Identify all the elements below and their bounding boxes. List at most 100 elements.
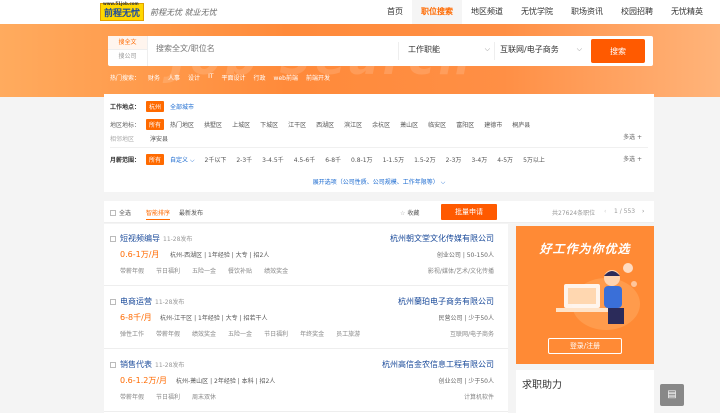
welfare-tag: 绩效奖金: [264, 268, 289, 275]
salary-option[interactable]: 0.8-1万: [351, 155, 373, 164]
favorite-button[interactable]: ☆ 收藏: [400, 208, 419, 217]
company-industry: 影视/媒体/艺术/文化传播: [427, 268, 494, 275]
nav-campus[interactable]: 校园招聘: [612, 0, 662, 24]
hot-item[interactable]: 前端开发: [306, 73, 330, 82]
job-item[interactable]: 销售代表 11-28发布 杭州高信金农信息工程有限公司 0.6-1.2万/月 杭州…: [104, 350, 508, 412]
feedback-icon[interactable]: ▤: [660, 384, 684, 406]
location-selected[interactable]: 杭州: [146, 101, 165, 112]
all-cities-link[interactable]: 全部城市: [170, 102, 194, 111]
hot-searches: 热门搜索： 财务 人事 设计 IT 平面设计 行政 web前端 前端开发: [110, 73, 338, 82]
job-item[interactable]: 电商运营 11-28发布 杭州蘭珀电子商务有限公司 6-8千/月 杭州-江干区 |…: [104, 287, 508, 349]
help-title: 求职助力: [522, 380, 562, 391]
function-select-label: 工作职能: [408, 45, 440, 54]
tab-smart-sort[interactable]: 智能排序: [146, 208, 171, 220]
hot-item[interactable]: 行政: [254, 73, 266, 82]
logo[interactable]: www.51job.com 前程无忧 前程无忧 就业无忧: [100, 1, 217, 22]
district-option[interactable]: 滨江区: [344, 120, 362, 129]
job-item[interactable]: 短视频编导 11-28发布 杭州朝文堂文化传媒有限公司 0.6-1万/月 杭州-西…: [104, 224, 508, 286]
salary-option[interactable]: 2-3千: [236, 155, 252, 164]
salary-selected[interactable]: 所有: [146, 154, 165, 165]
search-button[interactable]: 搜索: [591, 39, 645, 63]
district-option[interactable]: 萧山区: [400, 120, 418, 129]
industry-select[interactable]: 互联网/电子商务 ⌵: [500, 44, 582, 55]
district-option[interactable]: 桐庐县: [512, 120, 530, 129]
company-info: 民营公司 | 少于50人: [438, 315, 494, 322]
salary-option[interactable]: 3-4.5千: [262, 155, 284, 164]
checkbox[interactable]: [110, 299, 116, 305]
tab-latest[interactable]: 最新发布: [179, 208, 203, 217]
district-option[interactable]: 富阳区: [456, 120, 474, 129]
logo-url: www.51job.com: [103, 1, 139, 6]
salary-option[interactable]: 4-5万: [497, 155, 513, 164]
job-title-text: 销售代表: [120, 360, 152, 369]
hot-item[interactable]: web前端: [274, 73, 298, 82]
nav-academy[interactable]: 无忧学院: [512, 0, 562, 24]
select-all[interactable]: 全选: [110, 208, 131, 217]
welfare-tag: 周末双休: [192, 394, 217, 401]
ad-banner[interactable]: 好工作为你优选 登录/注册: [516, 226, 654, 364]
district-option[interactable]: 热门地区: [170, 120, 194, 129]
nav-news[interactable]: 职场资讯: [562, 0, 612, 24]
job-title-text: 短视频编导: [120, 234, 160, 243]
district-option[interactable]: 临安区: [428, 120, 446, 129]
job-title[interactable]: 短视频编导 11-28发布: [120, 233, 192, 244]
salary-multi-select[interactable]: 多选 +: [623, 154, 642, 163]
filter-panel: 工作地点： 杭州 全部城市 地区地标： 所有 热门地区 拱墅区 上城区 下城区 …: [104, 94, 654, 192]
district-row: 地区地标： 所有 热门地区 拱墅区 上城区 下城区 江干区 西湖区 滨江区 余杭…: [110, 119, 540, 130]
district-option[interactable]: 上城区: [232, 120, 250, 129]
district-option[interactable]: 下城区: [260, 120, 278, 129]
job-title[interactable]: 销售代表 11-28发布: [120, 359, 184, 370]
tab-search-company[interactable]: 搜公司: [108, 50, 147, 64]
salary-option[interactable]: 5万以上: [523, 155, 545, 164]
salary-option[interactable]: 1.5-2万: [414, 155, 436, 164]
company-name[interactable]: 杭州朝文堂文化传媒有限公司: [390, 233, 494, 244]
nav-region[interactable]: 地区频道: [462, 0, 512, 24]
salary-option[interactable]: 4.5-6千: [294, 155, 316, 164]
district-option[interactable]: 江干区: [288, 120, 306, 129]
district-option[interactable]: 余杭区: [372, 120, 390, 129]
hot-item[interactable]: 人事: [168, 73, 180, 82]
company-name[interactable]: 杭州蘭珀电子商务有限公司: [398, 296, 494, 307]
nav-job-search[interactable]: 职位搜索: [412, 0, 462, 24]
company-industry: 计算机软件: [463, 394, 494, 401]
salary-option[interactable]: 1-1.5万: [383, 155, 405, 164]
district-option[interactable]: 建德市: [484, 120, 502, 129]
checkbox[interactable]: [110, 210, 116, 216]
chevron-down-icon: ⌵: [484, 45, 490, 53]
search-input[interactable]: [156, 44, 356, 53]
login-register-button[interactable]: 登录/注册: [548, 338, 622, 354]
hot-item[interactable]: IT: [208, 73, 213, 82]
hot-item[interactable]: 平面设计: [222, 73, 246, 82]
checkbox[interactable]: [110, 236, 116, 242]
function-select[interactable]: 工作职能 ⌵: [408, 44, 490, 55]
salary-option[interactable]: 6-8千: [325, 155, 341, 164]
company-name[interactable]: 杭州高信金农信息工程有限公司: [382, 359, 494, 370]
district-option[interactable]: 西湖区: [316, 120, 334, 129]
top-bar: www.51job.com 前程无忧 前程无忧 就业无忧 首页 职位搜索 地区频…: [0, 0, 720, 24]
district-selected[interactable]: 所有: [146, 119, 165, 130]
job-date: 11-28发布: [155, 299, 185, 306]
district-option[interactable]: 拱墅区: [204, 120, 222, 129]
welfare-tag: 节日福利: [156, 394, 181, 401]
nav-home[interactable]: 首页: [378, 0, 412, 24]
salary-option[interactable]: 2千以下: [205, 155, 227, 164]
hot-item[interactable]: 财务: [148, 73, 160, 82]
company-industry: 互联网/电子商务: [449, 331, 494, 338]
salary-option[interactable]: 3-4万: [471, 155, 487, 164]
tab-search-fulltext[interactable]: 搜全文: [108, 36, 147, 50]
checkbox[interactable]: [110, 362, 116, 368]
salary-custom[interactable]: 自定义 ⌵: [170, 155, 194, 165]
job-title[interactable]: 电商运营 11-28发布: [120, 296, 184, 307]
nav-elite[interactable]: 无忧精英: [662, 0, 712, 24]
district-option[interactable]: 淳安县: [150, 134, 168, 143]
hot-item[interactable]: 设计: [188, 73, 200, 82]
next-page-icon[interactable]: ›: [642, 208, 644, 215]
expand-options-link[interactable]: 展开选项（公司性质、公司规模、工作年限等） ⌵: [104, 177, 654, 187]
welfare-tag: 弹性工作: [120, 331, 145, 338]
district-multi-select[interactable]: 多选 +: [623, 132, 642, 141]
search-banner: Job Search 搜全文 搜公司 工作职能 ⌵ 互联网/电子商务 ⌵ 搜索 …: [0, 24, 720, 97]
salary-option[interactable]: 2-3万: [446, 155, 462, 164]
company-info: 创业公司 | 50-150人: [436, 252, 494, 259]
batch-apply-button[interactable]: 批量申请: [441, 204, 497, 220]
prev-page-icon[interactable]: ‹: [604, 208, 606, 215]
